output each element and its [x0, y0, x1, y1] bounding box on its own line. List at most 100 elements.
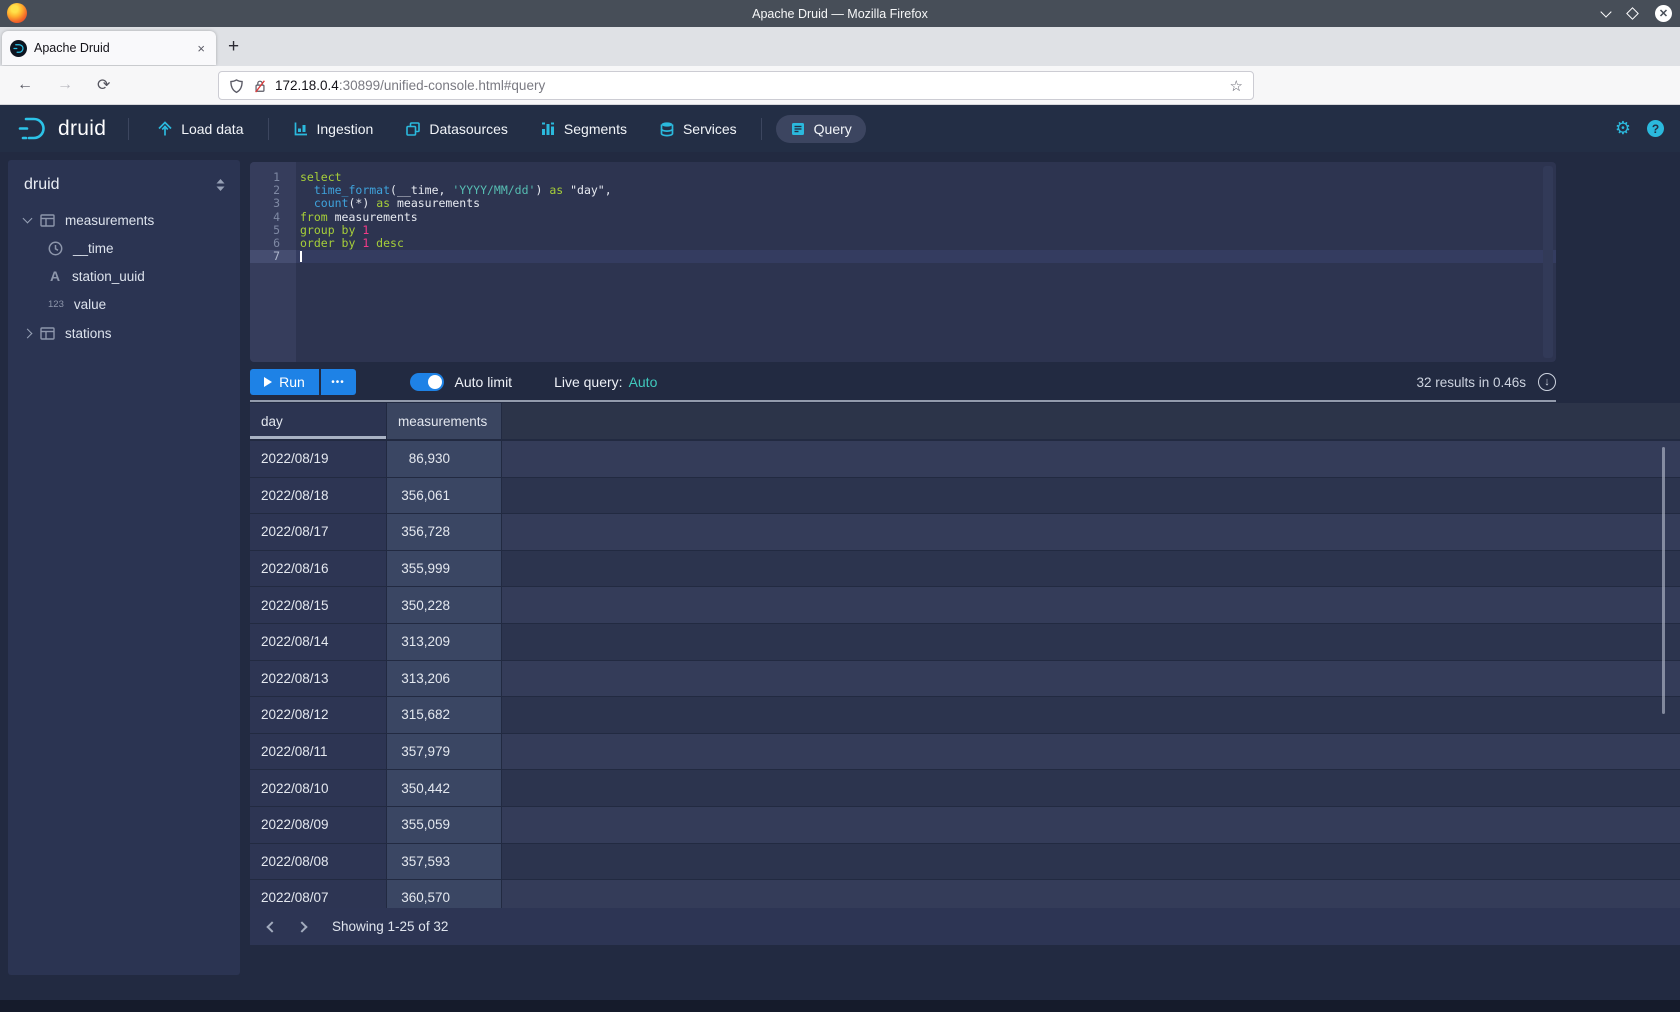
tree-item-time[interactable]: __time — [8, 234, 240, 262]
table-row: 2022/08/11357,979 — [250, 734, 1680, 771]
auto-limit-toggle[interactable] — [410, 373, 444, 391]
sql-editor[interactable]: 1234567 select time_format(__time, 'YYYY… — [250, 162, 1556, 362]
cell-measurements[interactable]: 350,228 — [387, 587, 502, 623]
cell-measurements[interactable]: 356,061 — [387, 478, 502, 514]
cell-day[interactable]: 2022/08/13 — [250, 661, 387, 697]
nav-label: Datasources — [429, 121, 508, 137]
cell-measurements[interactable]: 313,209 — [387, 624, 502, 660]
table-icon — [40, 214, 55, 227]
url-bar[interactable]: 172.18.0.4:30899/unified-console.html#qu… — [218, 71, 1254, 100]
editor-line[interactable]: order by 1 desc — [296, 237, 1556, 250]
code-token: measurements — [328, 210, 418, 224]
window-maximize-icon[interactable] — [1626, 7, 1639, 20]
druid-logo[interactable]: druid — [18, 115, 106, 143]
table-row: 2022/08/13 313,206 — [250, 661, 1680, 698]
more-options-button[interactable]: ••• — [321, 369, 356, 395]
nav-ingestion[interactable]: Ingestion — [283, 115, 384, 143]
forward-button[interactable]: → — [57, 76, 73, 94]
browser-toolbar: ← → ⟳ 172.18.0.4:30899/unified-console.h… — [0, 66, 1680, 105]
live-query-value[interactable]: Auto — [629, 374, 658, 390]
nav-services[interactable]: Services — [649, 115, 747, 143]
cell-value: 350,228 — [398, 598, 450, 613]
cell-day[interactable]: 2022/08/09 — [250, 807, 387, 843]
row-filler — [502, 587, 1680, 623]
cell-measurements[interactable]: 360,570 — [387, 880, 502, 908]
panel-divider[interactable] — [250, 400, 1556, 402]
sort-icon[interactable] — [215, 178, 226, 192]
new-tab-button[interactable]: + — [228, 37, 239, 57]
cell-day[interactable]: 2022/08/18 — [250, 478, 387, 514]
row-filler — [502, 697, 1680, 733]
cell-day[interactable]: 2022/08/07 — [250, 880, 387, 908]
nav-segments[interactable]: Segments — [530, 115, 637, 143]
cell-measurements[interactable]: 86,930 — [387, 441, 502, 477]
cell-measurements[interactable]: 315,682 — [387, 697, 502, 733]
code-token: order by — [300, 236, 355, 250]
editor-code[interactable]: select time_format(__time, 'YYYY/MM/dd')… — [296, 162, 1556, 362]
column-header-day[interactable]: day — [250, 403, 387, 439]
cell-day[interactable]: 2022/08/08 — [250, 844, 387, 880]
tree-item-station-uuid[interactable]: A station_uuid — [8, 262, 240, 290]
nav-query[interactable]: Query — [776, 115, 866, 143]
window-shade-icon[interactable] — [1600, 6, 1611, 17]
table-scrollbar-thumb[interactable] — [1662, 447, 1665, 714]
tree-item-value[interactable]: 123 value — [8, 290, 240, 318]
cell-day[interactable]: 2022/08/11 — [250, 734, 387, 770]
editor-scrollbar[interactable] — [1543, 166, 1553, 358]
cell-measurements[interactable]: 350,442 — [387, 770, 502, 806]
nav-datasources[interactable]: Datasources — [395, 115, 518, 143]
editor-line[interactable]: count(*) as measurements — [296, 197, 1556, 210]
cell-measurements[interactable]: 313,206 — [387, 661, 502, 697]
table-row: 2022/08/14313,209 — [250, 624, 1680, 661]
cell-measurements[interactable]: 355,999 — [387, 551, 502, 587]
cell-value: 350,442 — [398, 781, 450, 796]
cell-day[interactable]: 2022/08/17 — [250, 514, 387, 550]
editor-line[interactable] — [296, 250, 1556, 263]
previous-page-icon[interactable] — [266, 921, 277, 932]
tree-item-measurements[interactable]: measurements — [8, 206, 240, 234]
editor-line[interactable]: from measurements — [296, 211, 1556, 224]
cell-measurements[interactable]: 357,593 — [387, 844, 502, 880]
gear-icon[interactable]: ⚙ — [1615, 118, 1631, 139]
cell-day[interactable]: 2022/08/12 — [250, 697, 387, 733]
cell-value: 355,999 — [398, 561, 450, 576]
line-number: 4 — [250, 211, 296, 224]
cell-measurements[interactable]: 357,979 — [387, 734, 502, 770]
editor-line[interactable]: time_format(__time, 'YYYY/MM/dd') as "da… — [296, 184, 1556, 197]
window-close-icon[interactable]: ✕ — [1655, 5, 1672, 22]
reload-button[interactable]: ⟳ — [97, 75, 110, 95]
row-filler — [502, 514, 1680, 550]
back-button[interactable]: ← — [17, 76, 33, 94]
next-page-icon[interactable] — [296, 921, 307, 932]
help-icon[interactable]: ? — [1647, 120, 1664, 137]
chevron-down-icon[interactable] — [23, 214, 33, 224]
window-titlebar: Apache Druid — Mozilla Firefox ✕ — [0, 0, 1680, 27]
shield-icon[interactable] — [229, 78, 244, 94]
nav-load-data[interactable]: Load data — [147, 115, 253, 143]
auto-limit-label: Auto limit — [455, 374, 513, 390]
cell-day[interactable]: 2022/08/14 — [250, 624, 387, 660]
download-icon[interactable]: ↓ — [1538, 373, 1556, 391]
clock-icon — [48, 241, 63, 256]
url-text[interactable]: 172.18.0.4:30899/unified-console.html#qu… — [275, 78, 1230, 93]
cell-day[interactable]: 2022/08/15 — [250, 587, 387, 623]
brand-name: druid — [58, 117, 106, 141]
cell-measurements[interactable]: 355,059 — [387, 807, 502, 843]
bookmark-star-icon[interactable]: ☆ — [1230, 77, 1243, 95]
cell-day[interactable]: 2022/08/16 — [250, 551, 387, 587]
cell-value: 357,593 — [398, 854, 450, 869]
header-divider — [268, 118, 269, 140]
tree-item-stations[interactable]: stations — [8, 319, 240, 347]
cell-measurements[interactable]: 356,728 — [387, 514, 502, 550]
lock-insecure-icon[interactable] — [253, 78, 267, 94]
editor-line[interactable]: group by 1 — [296, 224, 1556, 237]
column-header-measurements[interactable]: measurements — [387, 403, 502, 439]
cell-day[interactable]: 2022/08/19 — [250, 441, 387, 477]
code-token: "day", — [563, 183, 611, 197]
run-button[interactable]: Run — [250, 369, 319, 395]
cell-value: 313,206 — [398, 671, 450, 686]
tab-apache-druid[interactable]: Apache Druid × — [2, 31, 216, 65]
tab-close-icon[interactable]: × — [194, 41, 208, 56]
chevron-right-icon[interactable] — [23, 328, 33, 338]
cell-day[interactable]: 2022/08/10 — [250, 770, 387, 806]
